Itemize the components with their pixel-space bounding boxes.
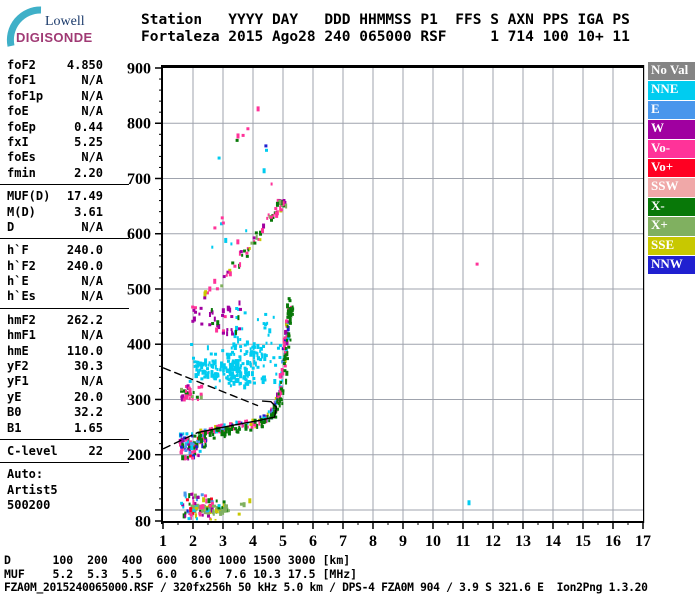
svg-text:6: 6 — [309, 533, 317, 550]
svg-text:200: 200 — [127, 447, 151, 464]
muf-distance-table: D 100 200 400 600 800 1000 1500 3000 [km… — [4, 553, 358, 581]
distance-row: D 100 200 400 600 800 1000 1500 3000 [km… — [4, 553, 351, 567]
svg-text:600: 600 — [127, 226, 151, 243]
svg-text:1: 1 — [159, 533, 167, 550]
svg-text:9: 9 — [399, 533, 407, 550]
svg-text:5: 5 — [279, 533, 287, 550]
svg-text:14: 14 — [545, 533, 561, 550]
muf-row: MUF 5.2 5.3 5.5 6.0 6.6 7.6 10.3 17.5 [M… — [4, 566, 358, 581]
svg-text:2: 2 — [189, 533, 197, 550]
svg-text:80: 80 — [135, 514, 151, 531]
svg-text:500: 500 — [127, 281, 151, 298]
svg-text:8: 8 — [369, 533, 377, 550]
svg-text:3: 3 — [219, 533, 227, 550]
svg-text:800: 800 — [127, 116, 151, 133]
svg-text:400: 400 — [127, 337, 151, 354]
status-line: FZA0M_2015240065000.RSF / 320fx256h 50 k… — [4, 581, 648, 594]
svg-text:11: 11 — [455, 533, 470, 550]
svg-text:10: 10 — [425, 533, 441, 550]
svg-text:12: 12 — [485, 533, 501, 550]
legend-item-nnw: NNW — [648, 255, 695, 275]
echo-mode-legend: No Val NNE E W Vo- Vo+ SSW X- X+ SSE NNW — [648, 62, 695, 275]
svg-text:900: 900 — [127, 61, 151, 78]
legend-item-nne: NNE — [648, 81, 695, 100]
svg-text:15: 15 — [575, 533, 591, 550]
legend-item-w: W — [648, 120, 695, 139]
legend-item-vo-: Vo- — [648, 139, 695, 158]
svg-text:4: 4 — [249, 533, 257, 550]
legend-item-x-: X- — [648, 197, 695, 217]
svg-text:17: 17 — [635, 533, 651, 550]
legend-item-ssw: SSW — [648, 178, 695, 197]
legend-item-vo+: Vo+ — [648, 158, 695, 178]
svg-text:700: 700 — [127, 171, 151, 188]
legend-item-e: E — [648, 100, 695, 120]
svg-text:16: 16 — [605, 533, 621, 550]
svg-text:13: 13 — [515, 533, 531, 550]
ionogram-plot: 900800700600500400300200801 2 3 4 5 6 7 8 9 10 11 1… — [127, 61, 651, 551]
svg-text:300: 300 — [127, 392, 151, 409]
svg-text:7: 7 — [339, 533, 347, 550]
legend-item-x+: X+ — [648, 217, 695, 236]
legend-item-no-val: No Val — [648, 62, 695, 81]
legend-item-sse: SSE — [648, 236, 695, 255]
